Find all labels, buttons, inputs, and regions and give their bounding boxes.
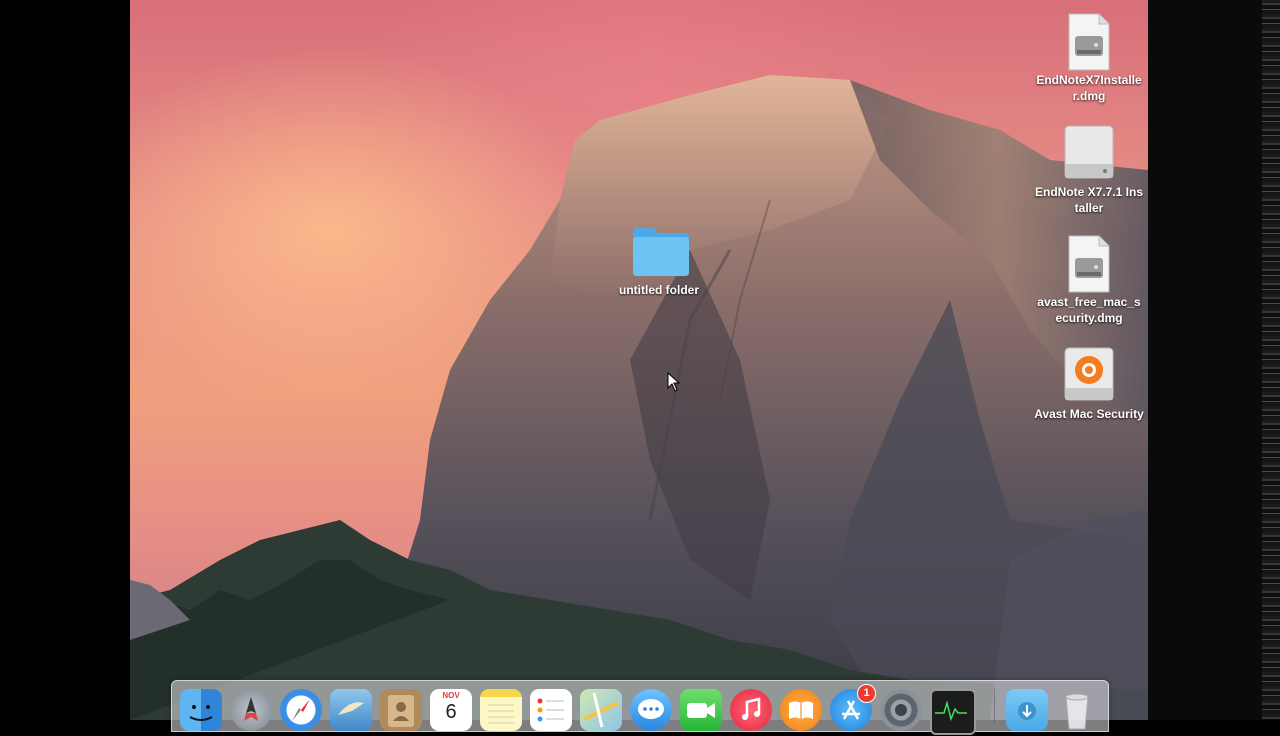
desktop-icon-avast-dmg[interactable]: avast_free_mac_security.dmg xyxy=(1034,234,1144,326)
desktop-icon-label: avast_free_mac_security.dmg xyxy=(1037,295,1141,325)
facetime-icon[interactable] xyxy=(680,689,722,731)
safari-icon[interactable] xyxy=(280,689,322,731)
avast-volume-icon xyxy=(1061,346,1117,402)
left-letterbox xyxy=(0,0,130,720)
launchpad-icon[interactable] xyxy=(230,689,272,731)
finder-icon[interactable] xyxy=(180,689,222,731)
ibooks-icon[interactable] xyxy=(780,689,822,731)
trash-icon[interactable] xyxy=(1056,689,1098,731)
notes-icon[interactable] xyxy=(480,689,522,731)
right-letterbox xyxy=(1148,0,1280,720)
system-preferences-icon[interactable] xyxy=(880,689,922,731)
mouse-pointer-icon xyxy=(667,371,681,397)
reminders-icon[interactable] xyxy=(530,689,572,731)
calendar-day: 6 xyxy=(445,701,457,723)
desktop-icon-endnote-dmg[interactable]: EndNoteX7Installer.dmg xyxy=(1034,12,1144,104)
desktop-icon-label: untitled folder xyxy=(619,283,699,297)
app-store-update-badge: 1 xyxy=(857,684,876,703)
mail-icon[interactable] xyxy=(330,689,372,731)
calendar-month: NOV xyxy=(442,691,460,700)
desktop-icon-avast-volume[interactable]: Avast Mac Security xyxy=(1034,346,1144,422)
contacts-icon[interactable] xyxy=(380,689,422,731)
dock-separator xyxy=(994,689,995,723)
disk-image-icon xyxy=(1061,234,1117,293)
desktop-icon-label: EndNoteX7Installer.dmg xyxy=(1036,73,1142,103)
desktop[interactable]: EndNoteX7Installer.dmg EndNote X7.7.1 In… xyxy=(130,0,1148,720)
video-noise-strip xyxy=(1262,0,1280,720)
app-store-icon[interactable]: 1 xyxy=(830,684,876,731)
folder-icon xyxy=(631,224,689,278)
desktop-icon-label: Avast Mac Security xyxy=(1034,407,1144,421)
calendar-icon[interactable]: NOV 6 xyxy=(430,689,472,731)
desktop-icon-endnote-volume[interactable]: EndNote X7.7.1 Installer xyxy=(1034,124,1144,216)
maps-icon[interactable] xyxy=(580,689,622,731)
itunes-icon[interactable] xyxy=(730,689,772,731)
activity-monitor-icon[interactable] xyxy=(930,689,976,735)
disk-image-icon xyxy=(1061,12,1117,71)
downloads-stack-icon[interactable] xyxy=(1006,689,1048,731)
wallpaper-mountain xyxy=(130,75,1148,720)
mounted-volume-icon xyxy=(1061,124,1117,180)
desktop-icon-untitled-folder[interactable]: untitled folder xyxy=(604,224,714,298)
dock: NOV 6 1 xyxy=(171,680,1109,735)
messages-icon[interactable] xyxy=(630,689,672,731)
desktop-icon-label: EndNote X7.7.1 Installer xyxy=(1034,185,1144,215)
